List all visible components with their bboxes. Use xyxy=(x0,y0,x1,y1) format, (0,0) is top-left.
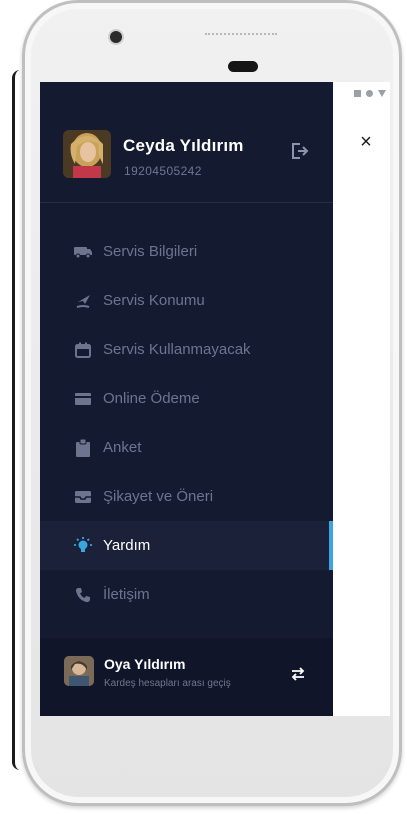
menu-item-sikayet-ve-oneri[interactable]: Şikayet ve Öneri xyxy=(40,472,333,521)
calendar-icon xyxy=(73,340,93,360)
screen: × Ceyda Yıldırım 19204505242 Servis Bilg… xyxy=(40,82,390,716)
menu-item-yardim[interactable]: Yardım xyxy=(40,521,333,570)
close-drawer-button[interactable]: × xyxy=(354,130,378,154)
menu-label: Yardım xyxy=(103,537,151,554)
menu-item-servis-kullanmayacak[interactable]: Servis Kullanmayacak xyxy=(40,325,333,374)
menu-item-servis-konumu[interactable]: Servis Konumu xyxy=(40,276,333,325)
logout-icon xyxy=(292,143,309,159)
menu-label: Servis Bilgileri xyxy=(103,243,198,260)
location-pin-icon xyxy=(73,291,93,311)
user-name: Ceyda Yıldırım xyxy=(123,136,244,155)
bus-icon xyxy=(73,242,93,262)
sibling-avatar xyxy=(64,656,94,686)
menu-label: Şikayet ve Öneri xyxy=(103,488,214,505)
credit-card-icon xyxy=(73,389,93,409)
status-bar xyxy=(354,90,386,97)
menu-item-online-odeme[interactable]: Online Ödeme xyxy=(40,374,333,423)
avatar-photo-icon xyxy=(64,656,94,686)
front-camera xyxy=(110,31,122,43)
inbox-icon xyxy=(73,487,93,507)
triangle-icon xyxy=(378,90,386,97)
sibling-account-switcher[interactable]: Oya Yıldırım Kardeş hesapları arası geçi… xyxy=(40,638,333,716)
circle-icon xyxy=(366,90,373,97)
menu-label: Servis Konumu xyxy=(103,292,205,309)
square-icon xyxy=(354,90,361,97)
earpiece-speaker xyxy=(228,61,258,72)
avatar[interactable] xyxy=(63,130,111,178)
profile-header: Ceyda Yıldırım 19204505242 xyxy=(40,82,333,203)
logout-button[interactable] xyxy=(288,140,310,162)
lightbulb-icon xyxy=(73,536,93,556)
menu-label: Anket xyxy=(103,439,142,456)
speaker-grill xyxy=(205,33,277,37)
drawer-menu: Servis Bilgileri Servis Konumu Servis Ku… xyxy=(40,227,333,619)
switch-account-button[interactable] xyxy=(290,666,306,682)
menu-item-anket[interactable]: Anket xyxy=(40,423,333,472)
navigation-drawer: Ceyda Yıldırım 19204505242 Servis Bilgil… xyxy=(40,82,333,716)
sibling-subtitle: Kardeş hesapları arası geçiş xyxy=(104,678,231,689)
sibling-name: Oya Yıldırım xyxy=(104,656,186,672)
user-phone: 19204505242 xyxy=(124,164,202,178)
menu-label: Online Ödeme xyxy=(103,390,200,407)
phone-icon xyxy=(73,585,93,605)
menu-label: Servis Kullanmayacak xyxy=(103,341,251,358)
menu-item-servis-bilgileri[interactable]: Servis Bilgileri xyxy=(40,227,333,276)
clipboard-icon xyxy=(73,438,93,458)
menu-item-iletisim[interactable]: İletişim xyxy=(40,570,333,619)
avatar-photo-icon xyxy=(63,130,111,178)
menu-label: İletişim xyxy=(103,586,150,603)
swap-arrows-icon xyxy=(291,667,305,681)
